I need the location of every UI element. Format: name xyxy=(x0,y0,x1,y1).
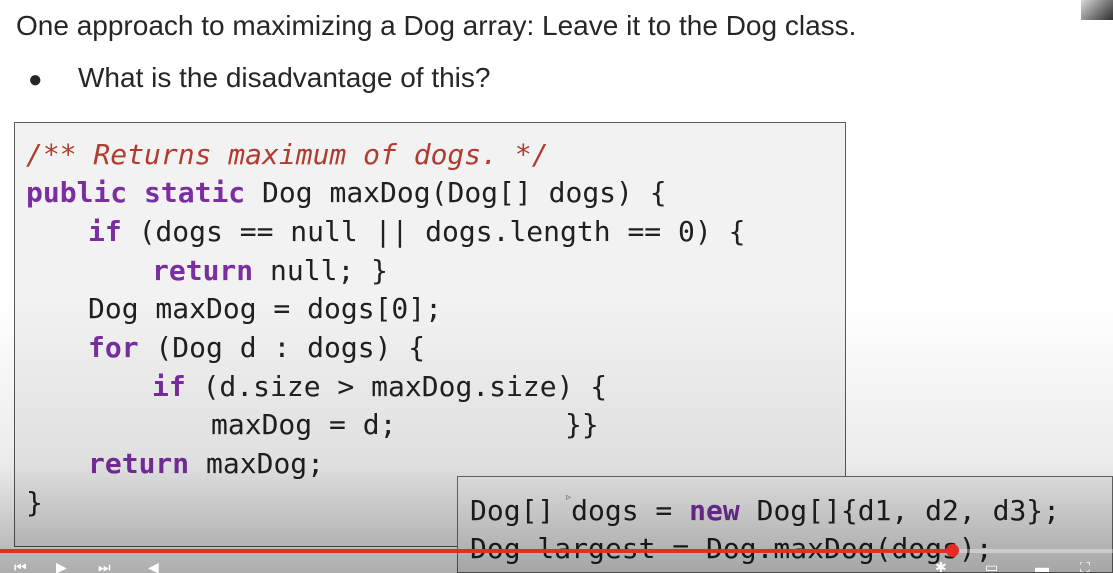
code-line: return maxDog; xyxy=(88,445,324,483)
mouse-cursor-icon: ▹ xyxy=(566,492,572,503)
video-progress-bar[interactable] xyxy=(0,544,1113,557)
code-keyword: new xyxy=(689,494,740,527)
code-text: Dog[]{d1, d2, d3}; xyxy=(739,494,1061,527)
skip-next-icon[interactable]: ⏭ xyxy=(98,562,111,573)
code-text: (dogs == null || dogs.length == 0) { xyxy=(121,215,746,248)
code-keyword: static xyxy=(144,176,246,209)
code-text: (d.size > maxDog.size) { xyxy=(185,370,608,403)
code-text: maxDog; xyxy=(189,447,325,480)
code-text: (Dog d : dogs) { xyxy=(138,331,426,364)
progress-played xyxy=(0,549,952,553)
code-comment: /** Returns maximum of dogs. */ xyxy=(26,138,549,171)
code-line: if (dogs == null || dogs.length == 0) { xyxy=(88,213,745,251)
theater-icon[interactable]: ▬ xyxy=(1035,562,1049,573)
slide-title: One approach to maximizing a Dog array: … xyxy=(16,10,857,41)
settings-icon[interactable]: ✱ xyxy=(935,562,947,573)
skip-previous-icon[interactable]: ⏮ xyxy=(14,562,27,573)
snippet-line: Dog[] dogs = new Dog[]{d1, d2, d3}; xyxy=(470,492,1060,530)
miniplayer-icon[interactable]: ▭ xyxy=(985,562,998,573)
bullet-item: ● What is the disadvantage of this? xyxy=(28,62,490,94)
code-line: for (Dog d : dogs) { xyxy=(88,329,425,367)
code-text: maxDog = d; }} xyxy=(211,408,599,441)
code-keyword: if xyxy=(152,370,186,403)
presenter-video-thumbnail xyxy=(1081,0,1113,20)
play-icon[interactable]: ▶ xyxy=(56,562,67,573)
progress-scrubber-handle[interactable] xyxy=(945,544,959,557)
code-line: if (d.size > maxDog.size) { xyxy=(152,368,607,406)
code-keyword: if xyxy=(88,215,122,248)
code-text: Dog maxDog = dogs[0]; xyxy=(88,292,443,325)
code-line: maxDog = d; }} xyxy=(211,406,599,444)
volume-icon[interactable]: ◀ xyxy=(148,562,159,573)
code-line: Dog maxDog = dogs[0]; xyxy=(88,290,442,328)
code-keyword: return xyxy=(88,447,190,480)
code-line: public static Dog maxDog(Dog[] dogs) { xyxy=(26,174,667,212)
fullscreen-icon[interactable]: ⛶ xyxy=(1080,562,1090,573)
bullet-text: What is the disadvantage of this? xyxy=(78,62,491,93)
code-keyword: return xyxy=(152,254,254,287)
code-keyword: for xyxy=(88,331,139,364)
code-text: null; } xyxy=(253,254,389,287)
bullet-dot-icon: ● xyxy=(28,66,43,93)
usage-snippet-box: Dog[] dogs = new Dog[]{d1, d2, d3}; Dog … xyxy=(457,476,1113,573)
code-line: return null; } xyxy=(152,252,388,290)
player-controls: ⏮ ▶ ⏭ ◀ ✱ ▭ ▬ ⛶ xyxy=(0,560,1113,573)
code-line: } xyxy=(26,484,43,522)
code-text: } xyxy=(26,486,43,519)
code-line: /** Returns maximum of dogs. */ xyxy=(26,136,549,174)
code-keyword: public xyxy=(26,176,128,209)
code-text: Dog maxDog(Dog[] dogs) { xyxy=(245,176,667,209)
code-text: Dog[] dogs = xyxy=(470,494,690,527)
